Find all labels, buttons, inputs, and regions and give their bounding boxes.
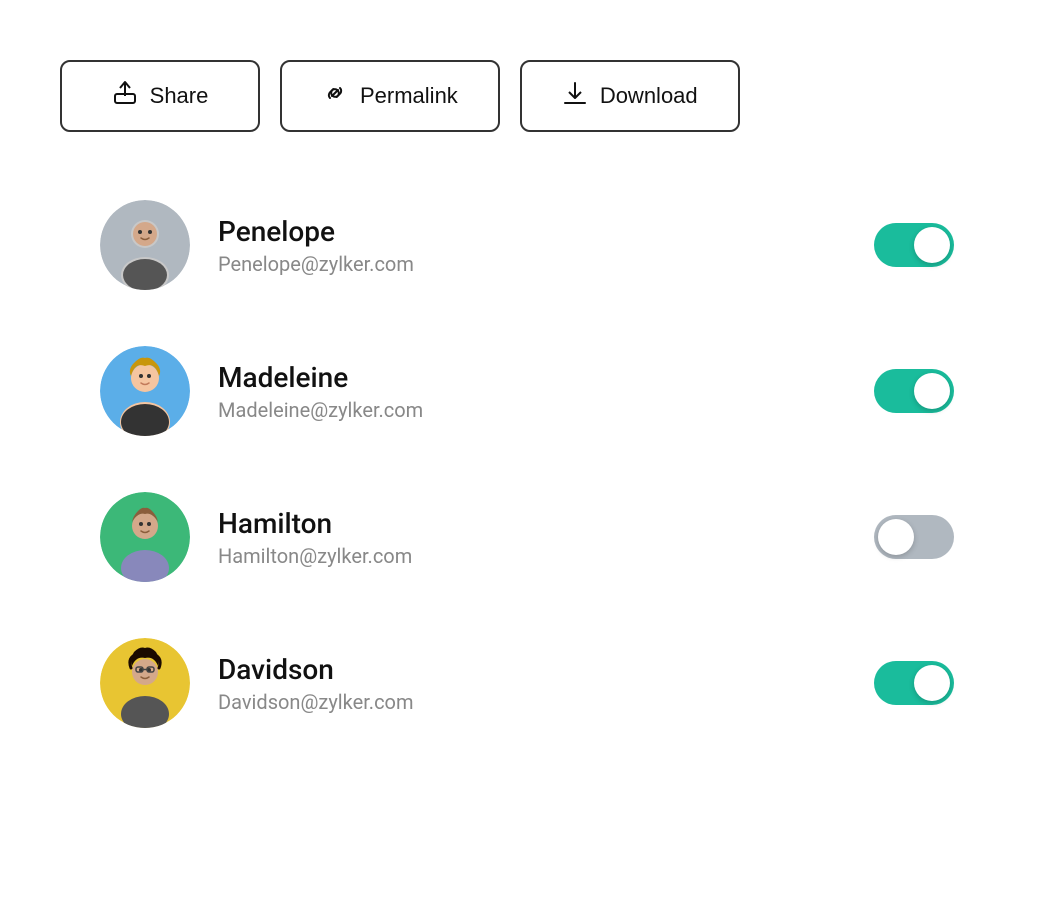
contact-list: Penelope Penelope@zylker.com M: [60, 172, 994, 756]
toggle-slider-davidson: [874, 661, 954, 705]
permalink-label: Permalink: [360, 83, 458, 109]
share-icon: [112, 80, 138, 112]
avatar-penelope: [100, 200, 190, 290]
action-buttons-row: Share Permalink Download: [60, 60, 994, 132]
toggle-davidson[interactable]: [874, 661, 954, 705]
contact-name-madeleine: Madeleine: [218, 361, 846, 394]
contact-item-penelope: Penelope Penelope@zylker.com: [60, 172, 994, 318]
download-button[interactable]: Download: [520, 60, 740, 132]
contact-email-davidson: Davidson@zylker.com: [218, 690, 846, 714]
contact-info-penelope: Penelope Penelope@zylker.com: [218, 215, 846, 276]
contact-email-penelope: Penelope@zylker.com: [218, 252, 846, 276]
toggle-slider-madeleine: [874, 369, 954, 413]
contact-item-madeleine: Madeleine Madeleine@zylker.com: [60, 318, 994, 464]
contact-name-davidson: Davidson: [218, 653, 846, 686]
avatar-madeleine: [100, 346, 190, 436]
permalink-button[interactable]: Permalink: [280, 60, 500, 132]
avatar-hamilton: [100, 492, 190, 582]
download-icon: [562, 80, 588, 112]
contact-email-hamilton: Hamilton@zylker.com: [218, 544, 846, 568]
toggle-penelope[interactable]: [874, 223, 954, 267]
toggle-slider-hamilton: [874, 515, 954, 559]
toggle-wrap-hamilton: [874, 515, 954, 559]
contact-item-davidson: Davidson Davidson@zylker.com: [60, 610, 994, 756]
toggle-madeleine[interactable]: [874, 369, 954, 413]
download-label: Download: [600, 83, 698, 109]
toggle-wrap-davidson: [874, 661, 954, 705]
contact-email-madeleine: Madeleine@zylker.com: [218, 398, 846, 422]
toggle-wrap-penelope: [874, 223, 954, 267]
toggle-wrap-madeleine: [874, 369, 954, 413]
contact-info-davidson: Davidson Davidson@zylker.com: [218, 653, 846, 714]
toggle-hamilton[interactable]: [874, 515, 954, 559]
share-button[interactable]: Share: [60, 60, 260, 132]
contact-info-madeleine: Madeleine Madeleine@zylker.com: [218, 361, 846, 422]
permalink-icon: [322, 80, 348, 112]
toggle-slider-penelope: [874, 223, 954, 267]
contact-name-hamilton: Hamilton: [218, 507, 846, 540]
contact-name-penelope: Penelope: [218, 215, 846, 248]
contact-info-hamilton: Hamilton Hamilton@zylker.com: [218, 507, 846, 568]
share-label: Share: [150, 83, 209, 109]
contact-item-hamilton: Hamilton Hamilton@zylker.com: [60, 464, 994, 610]
avatar-davidson: [100, 638, 190, 728]
